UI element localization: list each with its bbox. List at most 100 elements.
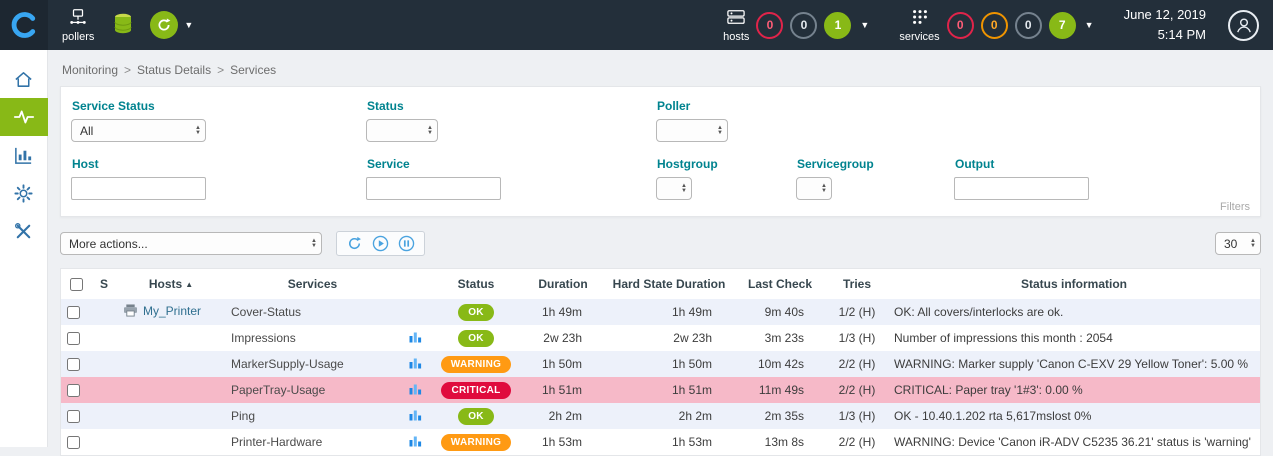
filter-host: Host (71, 157, 366, 200)
row-checkbox[interactable] (67, 410, 80, 423)
service-status-select[interactable]: All ▲▼ (71, 119, 206, 142)
more-actions-select[interactable]: More actions... ▲▼ (60, 232, 322, 255)
filter-label: Host (72, 157, 366, 171)
breadcrumb-separator: > (124, 63, 131, 77)
service-cell: Cover-Status (225, 299, 400, 325)
filter-hostgroup: Hostgroup ▲▼ (656, 157, 796, 200)
breadcrumb-item[interactable]: Status Details (137, 63, 211, 77)
services-status-group: services 0007 ▼ (899, 8, 1093, 43)
row-checkbox[interactable] (67, 306, 80, 319)
output-input[interactable] (954, 177, 1089, 200)
home-icon (13, 69, 34, 90)
status-info-cell: Number of impressions this month : 2054 (888, 325, 1260, 351)
status-counter[interactable]: 7 (1049, 12, 1076, 39)
tries-cell: 1/2 (H) (826, 299, 888, 325)
chevron-down-icon[interactable]: ▼ (860, 20, 869, 30)
monitoring-controls (336, 231, 425, 256)
service-link[interactable]: Cover-Status (231, 305, 301, 319)
graph-icon[interactable] (409, 358, 422, 372)
host-link[interactable]: My_Printer (143, 304, 201, 318)
graph-icon[interactable] (409, 384, 422, 398)
breadcrumb-item[interactable]: Monitoring (62, 63, 118, 77)
sidebar-item-reporting[interactable] (0, 136, 48, 174)
row-checkbox[interactable] (67, 384, 80, 397)
status-counter[interactable]: 0 (947, 12, 974, 39)
chevron-down-icon[interactable]: ▼ (1085, 20, 1094, 30)
col-services[interactable]: Services (225, 269, 400, 299)
row-checkbox[interactable] (67, 332, 80, 345)
severity-cell (91, 429, 117, 455)
sidebar-item-monitoring[interactable] (0, 98, 48, 136)
last-check-cell: 11m 49s (734, 377, 826, 403)
centreon-logo-icon (10, 11, 38, 39)
status-counter[interactable]: 0 (1015, 12, 1042, 39)
user-menu[interactable] (1228, 10, 1259, 41)
main-content: Monitoring>Status Details>Services Servi… (48, 50, 1273, 447)
graph-cell (400, 299, 430, 325)
sidebar-item-home[interactable] (0, 60, 48, 98)
select-all-header (61, 269, 91, 299)
col-hard-state-duration[interactable]: Hard State Duration (604, 269, 734, 299)
host-input[interactable] (71, 177, 206, 200)
graph-icon[interactable] (409, 332, 422, 346)
database-menu[interactable] (112, 12, 134, 39)
service-link[interactable]: Impressions (231, 331, 296, 345)
top-bar: pollers ▼ (0, 0, 1273, 50)
service-cell: MarkerSupply-Usage (225, 351, 400, 377)
service-link[interactable]: MarkerSupply-Usage (231, 357, 344, 371)
hostgroup-select[interactable]: ▲▼ (656, 177, 692, 200)
breadcrumb-item[interactable]: Services (230, 63, 276, 77)
table-row: My_PrinterCover-StatusOK1h 49m1h 49m9m 4… (61, 299, 1260, 325)
status-select[interactable]: ▲▼ (366, 119, 438, 142)
chevron-down-icon: ▼ (184, 20, 193, 30)
servicegroup-select[interactable]: ▲▼ (796, 177, 832, 200)
centreon-logo[interactable] (0, 0, 48, 50)
graph-icon[interactable] (409, 436, 422, 450)
col-last-check[interactable]: Last Check (734, 269, 826, 299)
pause-button[interactable] (398, 235, 415, 252)
row-checkbox[interactable] (67, 436, 80, 449)
select-all-checkbox[interactable] (70, 278, 83, 291)
tries-cell: 1/3 (H) (826, 325, 888, 351)
graph-icon[interactable] (409, 410, 422, 424)
clock: June 12, 2019 5:14 PM (1124, 5, 1206, 45)
host-cell: My_Printer (117, 299, 225, 325)
col-status[interactable]: Status (430, 269, 522, 299)
row-checkbox[interactable] (67, 358, 80, 371)
database-icon (112, 12, 134, 39)
col-hosts[interactable]: Hosts▲ (117, 269, 225, 299)
table-row: PingOK2h 2m2h 2m2m 35s1/3 (H)OK - 10.40.… (61, 403, 1260, 429)
play-button[interactable] (372, 235, 389, 252)
service-input[interactable] (366, 177, 501, 200)
col-duration[interactable]: Duration (522, 269, 604, 299)
status-counter[interactable]: 0 (756, 12, 783, 39)
filter-status: Status ▲▼ (366, 99, 656, 142)
graph-cell (400, 403, 430, 429)
services-menu[interactable]: services (899, 8, 939, 43)
tries-cell: 1/3 (H) (826, 403, 888, 429)
status-counter[interactable]: 1 (824, 12, 851, 39)
last-check-cell: 13m 8s (734, 429, 826, 455)
service-counters: 0007 (947, 12, 1076, 39)
status-badge: WARNING (441, 356, 511, 373)
platform-status-menu[interactable]: ▼ (150, 11, 193, 39)
status-info-cell: WARNING: Device 'Canon iR-ADV C5235 36.2… (888, 429, 1260, 455)
service-link[interactable]: PaperTray-Usage (231, 383, 325, 397)
refresh-button[interactable] (346, 235, 363, 252)
current-date: June 12, 2019 (1124, 5, 1206, 25)
col-tries[interactable]: Tries (826, 269, 888, 299)
page-size-select[interactable]: 30 ▲▼ (1215, 232, 1261, 255)
status-counter[interactable]: 0 (981, 12, 1008, 39)
hosts-menu[interactable]: hosts (723, 8, 749, 43)
service-link[interactable]: Ping (231, 409, 255, 423)
status-badge: OK (458, 304, 494, 321)
severity-cell (91, 351, 117, 377)
status-counter[interactable]: 0 (790, 12, 817, 39)
hard-state-duration-cell: 1h 49m (604, 299, 734, 325)
poller-select[interactable]: ▲▼ (656, 119, 728, 142)
status-info-cell: WARNING: Marker supply 'Canon C-EXV 29 Y… (888, 351, 1260, 377)
filter-poller: Poller ▲▼ (656, 99, 796, 142)
sidebar-item-administration[interactable] (0, 212, 48, 250)
sidebar-item-configuration[interactable] (0, 174, 48, 212)
pollers-menu[interactable]: pollers (62, 8, 94, 43)
